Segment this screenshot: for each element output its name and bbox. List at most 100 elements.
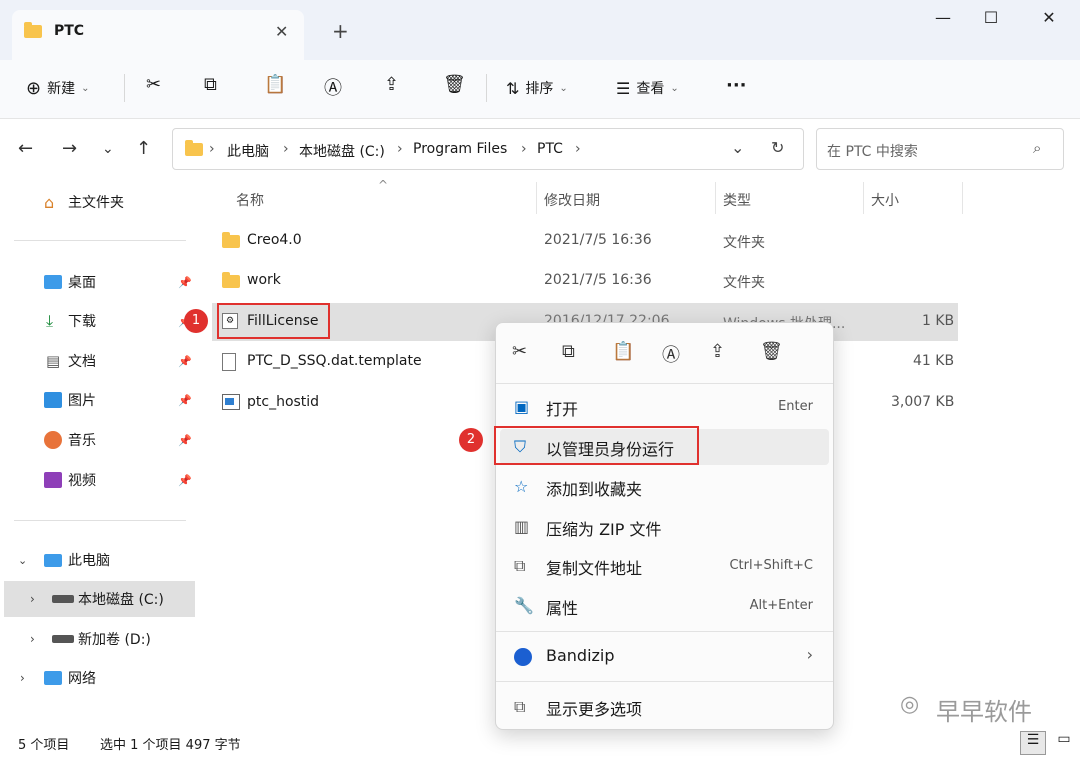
zip-icon: ▥ <box>514 517 530 536</box>
copy-icon[interactable]: ⧉ <box>562 341 575 362</box>
tab-close-icon[interactable]: ✕ <box>275 22 288 41</box>
search-input[interactable]: 在 PTC 中搜索 <box>827 141 918 161</box>
open-icon: ▣ <box>514 397 530 416</box>
sort-ascending-icon: ^ <box>378 178 389 192</box>
sidebar-item-d-drive[interactable]: › 新加卷 (D:) <box>0 621 195 657</box>
pictures-icon <box>44 392 62 408</box>
recent-chevron-icon[interactable]: ⌄ <box>102 141 114 157</box>
column-header-size[interactable]: 大小 <box>871 190 899 210</box>
breadcrumb-ptc[interactable]: PTC <box>537 141 563 157</box>
menu-item-shortcut: Ctrl+Shift+C <box>729 558 813 573</box>
chevron-right-icon[interactable]: › <box>30 632 35 646</box>
chevron-down-icon[interactable]: ⌄ <box>18 554 27 567</box>
view-label: 查看 <box>636 81 665 97</box>
sidebar-item-label: 音乐 <box>68 433 96 449</box>
document-icon: ▤ <box>46 352 61 370</box>
refresh-icon[interactable]: ↻ <box>771 138 784 157</box>
new-tab-button[interactable]: + <box>332 19 349 43</box>
minimize-button[interactable]: — <box>920 8 966 32</box>
file-row-creo[interactable]: Creo4.0 2021/7/5 16:36 文件夹 <box>212 222 958 260</box>
sidebar-item-desktop[interactable]: 桌面 📌 <box>0 264 195 300</box>
column-divider[interactable] <box>536 182 537 214</box>
breadcrumb-separator-icon: › <box>397 141 403 157</box>
sidebar-item-music[interactable]: 音乐 📌 <box>0 422 195 458</box>
pin-icon[interactable]: 📌 <box>178 276 192 289</box>
copy-icon[interactable]: ⧉ <box>204 74 217 95</box>
column-divider[interactable] <box>863 182 864 214</box>
menu-item-copy-path[interactable]: ⧉ 复制文件地址 Ctrl+Shift+C <box>500 548 829 584</box>
drive-icon <box>52 595 74 603</box>
delete-icon[interactable]: 🗑 <box>760 341 783 362</box>
view-button[interactable]: ☰ 查看 ⌄ <box>616 73 679 103</box>
paste-icon[interactable]: 📋 <box>264 74 286 95</box>
cut-icon[interactable]: ✂ <box>146 74 161 95</box>
sidebar-item-videos[interactable]: 视频 📌 <box>0 462 195 498</box>
back-arrow-icon[interactable]: ← <box>18 138 33 159</box>
pin-icon[interactable]: 📌 <box>178 355 192 368</box>
search-icon: ⌕ <box>1033 139 1042 157</box>
sidebar-item-label: 新加卷 (D:) <box>78 632 151 648</box>
sidebar-item-pictures[interactable]: 图片 📌 <box>0 382 195 418</box>
chevron-right-icon[interactable]: › <box>30 592 35 606</box>
chevron-right-icon[interactable]: › <box>20 671 25 685</box>
menu-item-label: 打开 <box>546 400 579 419</box>
rename-icon[interactable]: Ⓐ <box>662 341 680 367</box>
folder-icon <box>185 140 203 160</box>
rename-icon[interactable]: Ⓐ <box>324 74 342 100</box>
sidebar-item-home[interactable]: ⌂ 主文件夹 <box>0 184 195 220</box>
tiles-view-icon[interactable]: ▭ <box>1052 731 1076 755</box>
file-type: 文件夹 <box>723 275 765 291</box>
menu-item-compress-zip[interactable]: ▥ 压缩为 ZIP 文件 <box>500 509 829 545</box>
sidebar-item-this-pc[interactable]: ⌄ 此电脑 <box>0 542 195 578</box>
sidebar-item-c-drive[interactable]: › 本地磁盘 (C:) <box>4 581 195 617</box>
sidebar-item-label: 网络 <box>68 671 96 687</box>
tab-title: PTC <box>54 23 85 39</box>
breadcrumb-c-drive[interactable]: 本地磁盘 (C:) <box>299 141 385 161</box>
maximize-button[interactable]: ☐ <box>968 8 1014 32</box>
menu-item-add-favorite[interactable]: ☆ 添加到收藏夹 <box>500 469 829 505</box>
details-view-icon[interactable]: ☰ <box>1020 731 1046 755</box>
file-row-work[interactable]: work 2021/7/5 16:36 文件夹 <box>212 262 958 300</box>
address-history-chevron-icon[interactable]: ⌄ <box>731 138 744 157</box>
watermark: 早早软件 <box>936 698 1032 726</box>
pin-icon[interactable]: 📌 <box>178 394 192 407</box>
sidebar-item-documents[interactable]: ▤ 文档 📌 <box>0 343 195 379</box>
more-options-icon: ⧉ <box>514 697 526 716</box>
sidebar-item-downloads[interactable]: ⤓ 下载 📌 <box>0 303 195 339</box>
menu-divider <box>496 681 833 682</box>
chevron-down-icon: ⌄ <box>81 82 90 94</box>
column-divider[interactable] <box>962 182 963 214</box>
sidebar-item-network[interactable]: › 网络 <box>0 660 195 696</box>
menu-item-bandizip[interactable]: Bandizip › <box>500 639 829 675</box>
cut-icon[interactable]: ✂ <box>512 341 527 362</box>
more-options-icon[interactable]: ··· <box>726 75 747 96</box>
close-window-button[interactable]: ✕ <box>1026 8 1072 32</box>
menu-item-shortcut: Alt+Enter <box>749 598 813 613</box>
breadcrumb-program-files[interactable]: Program Files <box>413 141 507 157</box>
column-divider[interactable] <box>715 182 716 214</box>
breadcrumb-separator-icon: › <box>283 141 289 157</box>
share-icon[interactable]: ⇪ <box>710 341 725 362</box>
menu-item-label: Bandizip <box>546 646 615 665</box>
pin-icon[interactable]: 📌 <box>178 434 192 447</box>
paste-icon[interactable]: 📋 <box>612 341 634 362</box>
forward-arrow-icon[interactable]: → <box>62 138 77 159</box>
menu-item-label: 添加到收藏夹 <box>546 480 643 499</box>
search-box[interactable]: 在 PTC 中搜索 ⌕ <box>816 128 1064 170</box>
delete-icon[interactable]: 🗑 <box>443 74 466 95</box>
up-arrow-icon[interactable]: ↑ <box>136 138 151 159</box>
music-icon <box>44 431 62 449</box>
breadcrumb-this-pc[interactable]: 此电脑 <box>227 141 269 161</box>
address-bar[interactable]: › 此电脑 › 本地磁盘 (C:) › Program Files › PTC … <box>172 128 804 170</box>
menu-item-open[interactable]: ▣ 打开 Enter <box>500 389 829 425</box>
pin-icon[interactable]: 📌 <box>178 474 192 487</box>
menu-item-show-more[interactable]: ⧉ 显示更多选项 <box>500 689 829 725</box>
share-icon[interactable]: ⇪ <box>384 74 399 95</box>
column-header-modified[interactable]: 修改日期 <box>544 190 600 210</box>
sidebar-divider <box>14 240 186 241</box>
menu-item-properties[interactable]: 🔧 属性 Alt+Enter <box>500 588 829 624</box>
column-header-name[interactable]: 名称 <box>236 190 264 210</box>
new-button[interactable]: ⊕ 新建 ⌄ <box>26 73 89 103</box>
column-header-type[interactable]: 类型 <box>723 190 751 210</box>
sort-button[interactable]: ⇅ 排序 ⌄ <box>506 73 568 103</box>
